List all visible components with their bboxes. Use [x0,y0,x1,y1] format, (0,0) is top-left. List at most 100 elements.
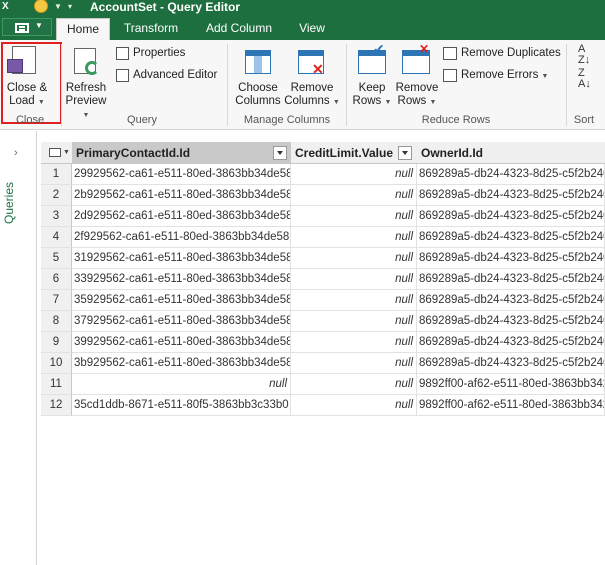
cell-creditlimit[interactable]: null [291,269,417,290]
row-number: 7 [41,290,72,311]
table-row[interactable]: 2 2b929562-ca61-e511-80ed-3863bb34de58 nul… [41,185,605,206]
refresh-preview-icon [74,48,99,75]
cell-ownerid[interactable]: 869289a5-db24-4323-8d25-c5f2b240c [417,353,605,374]
cell-primarycontactid[interactable]: 29929562-ca61-e511-80ed-3863bb34de58 [72,164,291,185]
sort-descending-icon[interactable]: Z A↓ [578,68,591,90]
table-row[interactable]: 9 39929562-ca61-e511-80ed-3863bb34de58 nul… [41,332,605,353]
cell-primarycontactid[interactable]: 37929562-ca61-e511-80ed-3863bb34de58 [72,311,291,332]
keep-rows-label-1: Keep [358,82,386,94]
cell-primarycontactid[interactable]: 3b929562-ca61-e511-80ed-3863bb34de58 [72,353,291,374]
table-row[interactable]: 5 31929562-ca61-e511-80ed-3863bb34de58 nul… [41,248,605,269]
cell-ownerid[interactable]: 869289a5-db24-4323-8d25-c5f2b240c [417,164,605,185]
tab-view[interactable]: View [290,18,334,40]
cell-creditlimit[interactable]: null [291,374,417,395]
group-separator [346,44,347,126]
cell-ownerid[interactable]: 869289a5-db24-4323-8d25-c5f2b240c [417,227,605,248]
row-number: 2 [41,185,72,206]
cell-primarycontactid[interactable]: 35929562-ca61-e511-80ed-3863bb34de58 [72,290,291,311]
cell-primarycontactid[interactable]: 39929562-ca61-e511-80ed-3863bb34de58 [72,332,291,353]
qat-customize-icon[interactable]: ▾ [68,0,72,14]
cell-creditlimit[interactable]: null [291,185,417,206]
table-row[interactable]: 3 2d929562-ca61-e511-80ed-3863bb34de58 nul… [41,206,605,227]
column-header-ownerid[interactable]: OwnerId.Id [417,142,605,164]
cell-creditlimit[interactable]: null [291,227,417,248]
table-row[interactable]: 7 35929562-ca61-e511-80ed-3863bb34de58 nul… [41,290,605,311]
cell-creditlimit[interactable]: null [291,332,417,353]
table-row[interactable]: 8 37929562-ca61-e511-80ed-3863bb34de58 nul… [41,311,605,332]
table-menu-header[interactable]: ▼ [41,142,72,164]
column-filter-dropdown-icon[interactable] [398,146,412,160]
table-row[interactable]: 1 29929562-ca61-e511-80ed-3863bb34de58 nul… [41,164,605,185]
chevron-down-icon: ▼ [541,73,549,80]
table-row[interactable]: 12 35cd1ddb-8671-e511-80f5-3863bb3c33b0 nu… [41,395,605,416]
row-number: 1 [41,164,72,185]
chevron-down-icon: ▼ [37,99,45,106]
remove-duplicates-button[interactable]: Remove Duplicates [461,45,561,61]
refresh-preview-label-1: Refresh [65,82,107,94]
remove-columns-button[interactable]: Remove Columns ▼ [284,82,340,109]
queries-pane-label[interactable]: Queries [2,173,16,233]
keep-rows-label-2: Rows [352,95,382,107]
choose-columns-icon [245,50,271,74]
remove-columns-icon: ✕ [298,50,324,76]
keep-rows-button[interactable]: Keep Rows ▼ [350,82,394,109]
cell-creditlimit[interactable]: null [291,248,417,269]
remove-rows-label-1: Remove [395,82,439,94]
file-menu-button[interactable]: ▼ [2,18,52,36]
cell-primarycontactid[interactable]: 35cd1ddb-8671-e511-80f5-3863bb3c33b0 [72,395,291,416]
cell-primarycontactid[interactable]: 2b929562-ca61-e511-80ed-3863bb34de58 [72,185,291,206]
advanced-editor-button[interactable]: Advanced Editor [133,67,217,83]
window-title: AccountSet - Query Editor [90,0,241,14]
cell-creditlimit[interactable]: null [291,311,417,332]
smiley-feedback-icon[interactable] [34,0,48,13]
close-load-icon [7,46,36,74]
table-row[interactable]: 4 2f929562-ca61-e511-80ed-3863bb34de58 nul… [41,227,605,248]
cell-creditlimit[interactable]: null [291,395,417,416]
cell-ownerid[interactable]: 9892ff00-af62-e511-80ed-3863bb342 [417,374,605,395]
cell-ownerid[interactable]: 869289a5-db24-4323-8d25-c5f2b240c [417,290,605,311]
column-filter-dropdown-icon[interactable] [273,146,287,160]
column-header-creditlimit[interactable]: CreditLimit.Value [291,142,417,164]
remove-rows-icon: ✕ [402,42,430,74]
choose-columns-button[interactable]: Choose Columns [234,82,282,108]
remove-rows-button[interactable]: Remove Rows ▼ [394,82,440,109]
cell-ownerid[interactable]: 869289a5-db24-4323-8d25-c5f2b240c [417,248,605,269]
cell-creditlimit[interactable]: null [291,206,417,227]
keep-rows-icon: ✔ [358,41,386,74]
table-row[interactable]: 11 null null 9892ff00-af62-e511-80ed-3863bb… [41,374,605,395]
cell-creditlimit[interactable]: null [291,290,417,311]
cell-primarycontactid[interactable]: null [72,374,291,395]
file-menu-icon [15,23,29,33]
cell-primarycontactid[interactable]: 2f929562-ca61-e511-80ed-3863bb34de58 [72,227,291,248]
row-number: 6 [41,269,72,290]
remove-rows-label-2: Rows [397,95,427,107]
close-load-button[interactable]: Close & Load ▼ [4,82,50,109]
chevron-down-icon: ▼ [332,99,340,106]
properties-button[interactable]: Properties [133,45,185,61]
group-label-manage-columns: Manage Columns [243,114,331,126]
table-row[interactable]: 10 3b929562-ca61-e511-80ed-3863bb34de58 nu… [41,353,605,374]
cell-primarycontactid[interactable]: 2d929562-ca61-e511-80ed-3863bb34de58 [72,206,291,227]
sort-ascending-icon[interactable]: A Z↓ [578,44,590,66]
cell-ownerid[interactable]: 869289a5-db24-4323-8d25-c5f2b240c [417,332,605,353]
table-row[interactable]: 6 33929562-ca61-e511-80ed-3863bb34de58 nul… [41,269,605,290]
column-header-primarycontactid[interactable]: PrimaryContactId.Id [72,142,291,164]
qat-dropdown-icon[interactable]: ▼ [54,0,62,14]
cell-ownerid[interactable]: 869289a5-db24-4323-8d25-c5f2b240c [417,269,605,290]
cell-creditlimit[interactable]: null [291,164,417,185]
row-number: 4 [41,227,72,248]
remove-errors-button[interactable]: Remove Errors ▼ [461,67,548,85]
cell-ownerid[interactable]: 869289a5-db24-4323-8d25-c5f2b240c [417,206,605,227]
cell-ownerid[interactable]: 9892ff00-af62-e511-80ed-3863bb342 [417,395,605,416]
tab-transform[interactable]: Transform [116,18,186,40]
cell-primarycontactid[interactable]: 33929562-ca61-e511-80ed-3863bb34de58 [72,269,291,290]
cell-ownerid[interactable]: 869289a5-db24-4323-8d25-c5f2b240c [417,185,605,206]
cell-ownerid[interactable]: 869289a5-db24-4323-8d25-c5f2b240c [417,311,605,332]
chevron-right-icon[interactable]: › [14,147,18,159]
cell-creditlimit[interactable]: null [291,353,417,374]
chevron-down-icon: ▼ [35,21,43,30]
tab-add-column[interactable]: Add Column [196,18,282,40]
cell-primarycontactid[interactable]: 31929562-ca61-e511-80ed-3863bb34de58 [72,248,291,269]
tab-home[interactable]: Home [56,18,110,40]
column-header-label: OwnerId.Id [421,146,484,160]
